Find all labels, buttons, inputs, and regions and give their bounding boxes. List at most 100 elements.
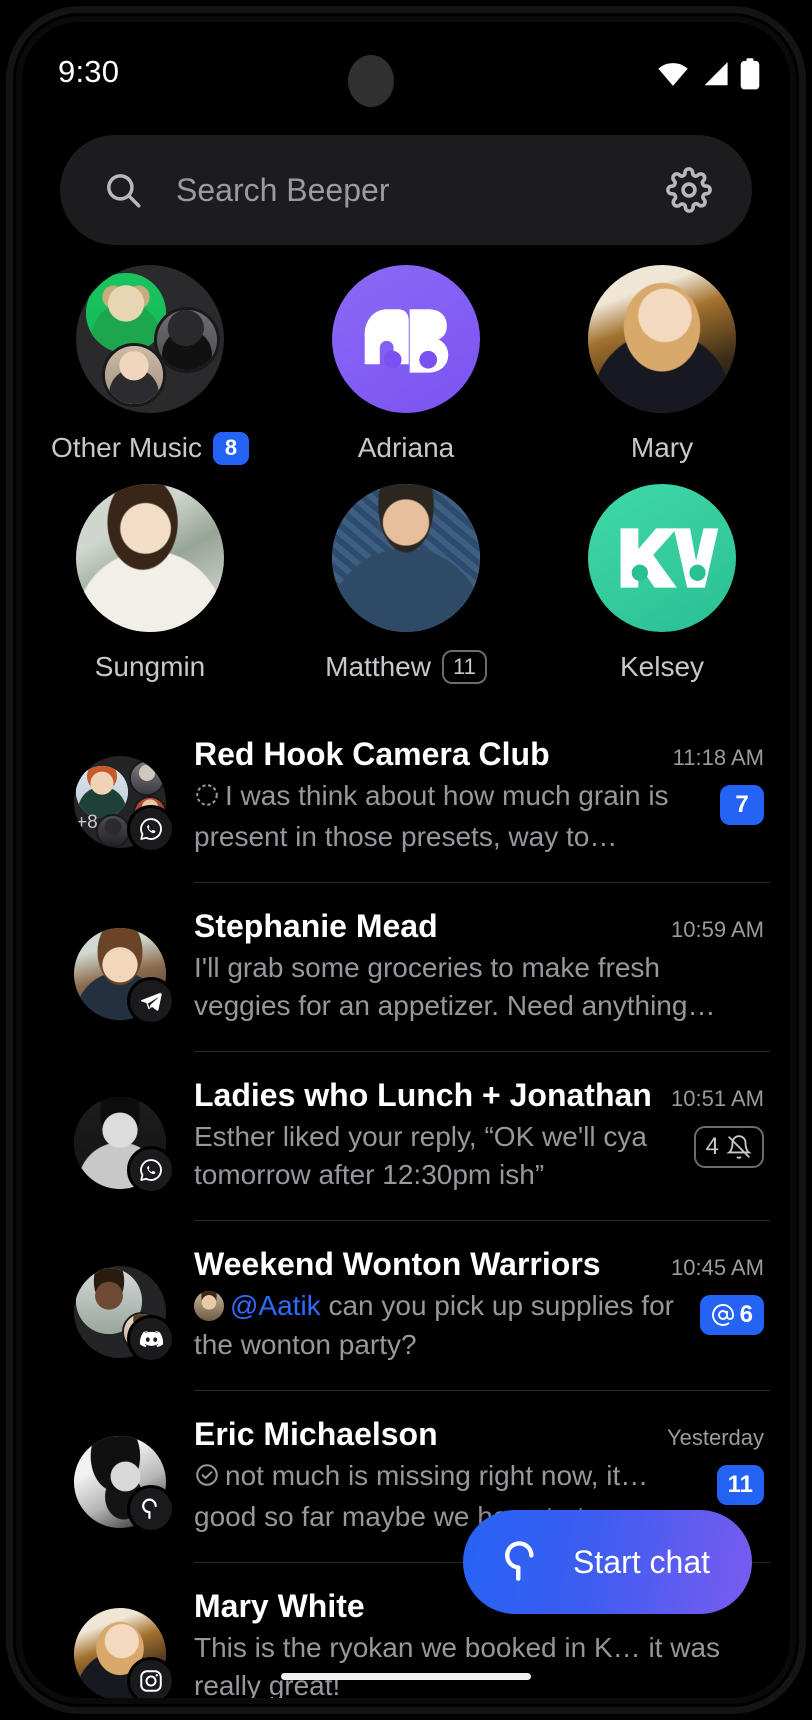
- group-avatar-cluster: [76, 265, 224, 413]
- conversation-timestamp: 10:51 AM: [671, 1086, 764, 1112]
- kw-monogram-avatar: [588, 484, 736, 632]
- discord-icon: [127, 1315, 175, 1364]
- photo-avatar-sungmin: [76, 484, 224, 632]
- conversation-title: Red Hook Camera Club: [194, 736, 550, 772]
- ar-monogram-avatar: [332, 265, 480, 413]
- bell-muted-icon: [726, 1135, 752, 1159]
- start-chat-label: Start chat: [573, 1543, 710, 1580]
- conversation-row-ladies-who-lunch[interactable]: Ladies who Lunch + Jonathan 10:51 AM Est…: [22, 1051, 790, 1220]
- mention-unread-count: 6: [739, 1301, 753, 1329]
- pinned-row-2: Sungmin Matthew 11 Kelsey: [22, 484, 790, 684]
- front-camera-cutout: [348, 55, 394, 107]
- ar-monogram-icon: [364, 309, 449, 373]
- pinned-item-adriana[interactable]: Adriana: [278, 265, 534, 465]
- avatar: [74, 928, 175, 1026]
- conversation-footer: I'll grab some groceries to make fresh v…: [194, 949, 764, 1025]
- wifi-icon: [658, 63, 688, 86]
- conversation-title: Ladies who Lunch + Jonathan: [194, 1077, 652, 1114]
- conversation-preview-text: I was think about how much grain is pres…: [194, 780, 669, 853]
- conversation-row-weekend-wonton-warriors[interactable]: Weekend Wonton Warriors 10:45 AM @Aatik …: [22, 1220, 790, 1389]
- message-count-badge: 11: [441, 650, 487, 684]
- conversation-header: Eric Michaelson Yesterday: [194, 1416, 764, 1453]
- avatar: [74, 1097, 175, 1195]
- conversation-row-red-hook-camera-club[interactable]: +8 Red Hook Camera Club 11:18 AM I was t…: [22, 710, 790, 882]
- telegram-icon: [127, 977, 175, 1026]
- search-bar[interactable]: Search Beeper: [60, 135, 752, 245]
- pinned-item-label: Sungmin: [94, 651, 206, 682]
- status-bar-clock: 9:30: [58, 54, 120, 89]
- conversation-body: Red Hook Camera Club 11:18 AM I was thin…: [194, 736, 764, 856]
- avatar: +8: [74, 756, 175, 853]
- pinned-item-sungmin[interactable]: Sungmin: [22, 484, 278, 684]
- avatar: [74, 1435, 175, 1533]
- mention-token: @Aatik: [230, 1290, 321, 1322]
- beeper-chat-bubble-icon: [497, 1535, 547, 1590]
- cellular-signal-icon: [704, 62, 728, 86]
- home-indicator: [281, 1673, 531, 1680]
- conversation-footer: @Aatik can you pick up supplies for the …: [194, 1287, 764, 1363]
- conversation-body: Stephanie Mead 10:59 AM I'll grab some g…: [194, 908, 764, 1025]
- start-chat-button[interactable]: Start chat: [463, 1510, 752, 1614]
- pinned-item-label-row: Kelsey: [620, 650, 704, 684]
- conversation-header: Stephanie Mead 10:59 AM: [194, 908, 764, 945]
- conversation-title: Eric Michaelson: [194, 1415, 438, 1452]
- avatar: [74, 1266, 175, 1364]
- conversation-header: Weekend Wonton Warriors 10:45 AM: [194, 1246, 764, 1283]
- conversation-footer: This is the ryokan we booked in K… it wa…: [194, 1629, 764, 1698]
- conversation-body: Ladies who Lunch + Jonathan 10:51 AM Est…: [194, 1077, 764, 1194]
- pinned-item-other-music[interactable]: Other Music 8: [22, 265, 278, 465]
- instagram-icon: [127, 1656, 175, 1698]
- conversation-preview: Esther liked your reply, “OK we'll cya t…: [194, 1121, 647, 1191]
- photo-avatar-mary: [588, 265, 736, 413]
- conversation-row-stephanie-mead[interactable]: Stephanie Mead 10:59 AM I'll grab some g…: [22, 882, 790, 1051]
- pinned-item-mary[interactable]: Mary: [534, 265, 790, 465]
- pinned-item-label-row: Mary: [631, 431, 693, 465]
- pinned-item-matthew[interactable]: Matthew 11: [278, 484, 534, 684]
- conversation-footer: I was think about how much grain is pres…: [194, 777, 764, 856]
- phone-frame: 9:30 Search Beeper Other Music 8 Adriana…: [0, 0, 812, 1720]
- avatar: [74, 1607, 175, 1698]
- unread-badge: 8: [212, 431, 249, 465]
- phone-screen: 9:30 Search Beeper Other Music 8 Adriana…: [22, 22, 790, 1698]
- photo-avatar-matthew: [332, 484, 480, 632]
- conversation-header: Ladies who Lunch + Jonathan 10:51 AM: [194, 1077, 764, 1114]
- conversation-timestamp: 10:45 AM: [671, 1255, 764, 1281]
- whatsapp-icon: [127, 805, 175, 853]
- pinned-item-label: Other Music: [51, 432, 202, 463]
- unread-badge: 11: [716, 1464, 764, 1505]
- conversation-body: Weekend Wonton Warriors 10:45 AM @Aatik …: [194, 1246, 764, 1363]
- sender-mini-avatar: [194, 1291, 224, 1322]
- status-bar: 9:30: [22, 22, 790, 118]
- sent-check-icon: [194, 1460, 220, 1498]
- pinned-item-label: Kelsey: [619, 651, 705, 682]
- mention-unread-badge: 6: [699, 1295, 764, 1336]
- pinned-item-label: Mary: [630, 432, 694, 463]
- conversation-preview: I'll grab some groceries to make fresh v…: [194, 952, 716, 1022]
- pinned-item-label-row: Sungmin: [95, 650, 206, 684]
- conversation-preview: This is the ryokan we booked in K… it wa…: [194, 1631, 721, 1698]
- muted-count-badge: 4: [693, 1126, 764, 1169]
- pinned-row-1: Other Music 8 Adriana Mary: [22, 265, 790, 465]
- pinned-item-label-row: Other Music 8: [51, 431, 249, 465]
- search-icon: [102, 169, 144, 211]
- conversation-title: Mary White: [194, 1587, 365, 1624]
- conversation-footer: Esther liked your reply, “OK we'll cya t…: [194, 1118, 764, 1194]
- pinned-item-kelsey[interactable]: Kelsey: [534, 484, 790, 684]
- search-input[interactable]: Search Beeper: [176, 172, 389, 209]
- pinned-item-label-row: Adriana: [358, 431, 455, 465]
- conversation-timestamp: Yesterday: [666, 1424, 764, 1450]
- unread-badge: 7: [720, 785, 764, 825]
- conversation-preview: I was think about how much grain is pres…: [194, 777, 706, 856]
- conversation-timestamp: 10:59 AM: [671, 917, 764, 943]
- status-bar-icons: [656, 58, 760, 90]
- conversation-title: Stephanie Mead: [194, 908, 438, 945]
- avatar-overflow-count: +8: [76, 812, 98, 833]
- signal-icon: [127, 1484, 175, 1533]
- delivery-pending-icon: [194, 780, 220, 818]
- pinned-chats-grid: Other Music 8 Adriana Mary Sungmin Matth…: [22, 265, 790, 684]
- pinned-item-label-row: Matthew 11: [325, 650, 487, 684]
- pinned-item-label: Matthew: [325, 651, 431, 682]
- battery-icon: [740, 58, 760, 90]
- conversation-title: Weekend Wonton Warriors: [194, 1246, 601, 1283]
- gear-icon[interactable]: [666, 167, 712, 213]
